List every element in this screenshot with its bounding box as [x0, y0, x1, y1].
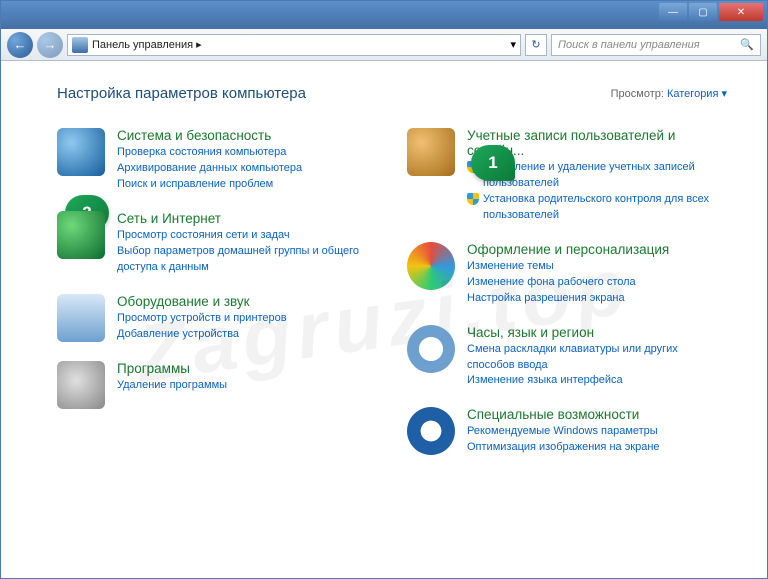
page-title: Настройка параметров компьютера — [57, 85, 306, 102]
maximize-button[interactable]: ▢ — [689, 3, 717, 21]
nav-forward-button[interactable]: → — [37, 32, 63, 58]
category-link[interactable]: Настройка разрешения экрана — [467, 291, 727, 307]
search-input[interactable]: Поиск в панели управления 🔍 — [551, 34, 761, 56]
content-header: Настройка параметров компьютера Просмотр… — [57, 85, 727, 102]
category-item: Учетные записи пользователей и семейн...… — [407, 128, 727, 224]
ico-user-icon — [407, 128, 455, 176]
ico-clock-icon — [407, 325, 455, 373]
category-title[interactable]: Система и безопасность — [117, 128, 377, 143]
control-panel-icon — [72, 37, 88, 53]
link-text: Рекомендуемые Windows параметры — [467, 424, 658, 440]
category-link[interactable]: Изменение темы — [467, 259, 727, 275]
link-text: Изменение языка интерфейса — [467, 373, 623, 389]
ico-hw-icon — [57, 294, 105, 342]
category-link[interactable]: Поиск и исправление проблем — [117, 177, 377, 193]
control-panel-window: — ▢ ✕ ← → Панель управления ▸ ▾ ↻ Поиск … — [0, 0, 768, 579]
category-link[interactable]: Выбор параметров домашней группы и общег… — [117, 244, 377, 276]
link-text: Архивирование данных компьютера — [117, 161, 302, 177]
right-column: Учетные записи пользователей и семейн...… — [407, 128, 727, 456]
category-title[interactable]: Оформление и персонализация — [467, 242, 727, 257]
category-item: Программы Удаление программы — [57, 361, 377, 409]
link-text: Смена раскладки клавиатуры или других сп… — [467, 342, 727, 374]
category-body: Система и безопасность Проверка состояния… — [117, 128, 377, 193]
category-body: Оформление и персонализация Изменение тем… — [467, 242, 727, 307]
view-by-label: Просмотр: — [611, 88, 664, 100]
category-link[interactable]: Удаление программы — [117, 378, 377, 394]
category-item: Оформление и персонализация Изменение тем… — [407, 242, 727, 307]
category-body: Оборудование и звук Просмотр устройств и … — [117, 294, 377, 343]
ico-net-icon — [57, 211, 105, 259]
refresh-button[interactable]: ↻ — [525, 34, 547, 56]
category-body: Сеть и Интернет Просмотр состояния сети и… — [117, 211, 377, 276]
link-text: Выбор параметров домашней группы и общег… — [117, 244, 377, 276]
link-text: Удаление программы — [117, 378, 227, 394]
category-title[interactable]: Специальные возможности — [467, 407, 727, 422]
category-title[interactable]: Сеть и Интернет — [117, 211, 377, 226]
category-item: Оборудование и звук Просмотр устройств и … — [57, 294, 377, 343]
ico-prog-icon — [57, 361, 105, 409]
category-link[interactable]: Проверка состояния компьютера — [117, 145, 377, 161]
ico-pers-icon — [407, 242, 455, 290]
category-link[interactable]: Архивирование данных компьютера — [117, 161, 377, 177]
category-body: Программы Удаление программы — [117, 361, 377, 409]
category-body: Часы, язык и регион Смена раскладки клави… — [467, 325, 727, 390]
link-text: Добавление и удаление учетных записей по… — [483, 160, 727, 192]
link-text: Изменение темы — [467, 259, 554, 275]
link-text: Просмотр состояния сети и задач — [117, 228, 290, 244]
category-link[interactable]: Рекомендуемые Windows параметры — [467, 424, 727, 440]
category-link[interactable]: Изменение языка интерфейса — [467, 373, 727, 389]
category-title[interactable]: Оборудование и звук — [117, 294, 377, 309]
ico-sys-icon — [57, 128, 105, 176]
category-link[interactable]: Добавление устройства — [117, 327, 377, 343]
breadcrumb[interactable]: Панель управления ▸ — [92, 38, 506, 51]
link-text: Добавление устройства — [117, 327, 239, 343]
content-area: Zagruzi.top Настройка параметров компьют… — [1, 61, 767, 578]
ico-ease-icon — [407, 407, 455, 455]
view-by-dropdown[interactable]: Категория ▾ — [667, 88, 727, 100]
category-link[interactable]: Изменение фона рабочего стола — [467, 275, 727, 291]
address-dropdown-icon[interactable]: ▾ — [510, 38, 516, 51]
category-body: Специальные возможности Рекомендуемые Win… — [467, 407, 727, 456]
category-item: Часы, язык и регион Смена раскладки клави… — [407, 325, 727, 390]
category-columns: Система и безопасность Проверка состояния… — [57, 128, 727, 456]
link-text: Изменение фона рабочего стола — [467, 275, 636, 291]
window-controls: — ▢ ✕ — [659, 3, 763, 21]
category-link[interactable]: Установка родительского контроля для все… — [467, 192, 727, 224]
link-text: Оптимизация изображения на экране — [467, 440, 660, 456]
category-link[interactable]: Просмотр устройств и принтеров — [117, 311, 377, 327]
link-text: Проверка состояния компьютера — [117, 145, 286, 161]
link-text: Поиск и исправление проблем — [117, 177, 273, 193]
search-placeholder: Поиск в панели управления — [558, 39, 700, 51]
left-column: Система и безопасность Проверка состояния… — [57, 128, 377, 456]
nav-back-button[interactable]: ← — [7, 32, 33, 58]
close-button[interactable]: ✕ — [719, 3, 763, 21]
navigation-bar: ← → Панель управления ▸ ▾ ↻ Поиск в пане… — [1, 29, 767, 61]
titlebar: — ▢ ✕ — [1, 1, 767, 29]
annotation-callout-1: 1 — [471, 145, 515, 181]
category-item: Специальные возможности Рекомендуемые Win… — [407, 407, 727, 456]
category-title[interactable]: Программы — [117, 361, 377, 376]
view-by: Просмотр: Категория ▾ — [611, 87, 727, 100]
minimize-button[interactable]: — — [659, 3, 687, 21]
shield-icon — [467, 193, 479, 205]
category-link[interactable]: Просмотр состояния сети и задач — [117, 228, 377, 244]
link-text: Настройка разрешения экрана — [467, 291, 625, 307]
search-icon: 🔍 — [740, 38, 754, 51]
category-title[interactable]: Часы, язык и регион — [467, 325, 727, 340]
category-link[interactable]: Смена раскладки клавиатуры или других сп… — [467, 342, 727, 374]
link-text: Установка родительского контроля для все… — [483, 192, 727, 224]
address-bar[interactable]: Панель управления ▸ ▾ — [67, 34, 521, 56]
link-text: Просмотр устройств и принтеров — [117, 311, 287, 327]
category-item: Система и безопасность Проверка состояния… — [57, 128, 377, 193]
category-link[interactable]: Оптимизация изображения на экране — [467, 440, 727, 456]
